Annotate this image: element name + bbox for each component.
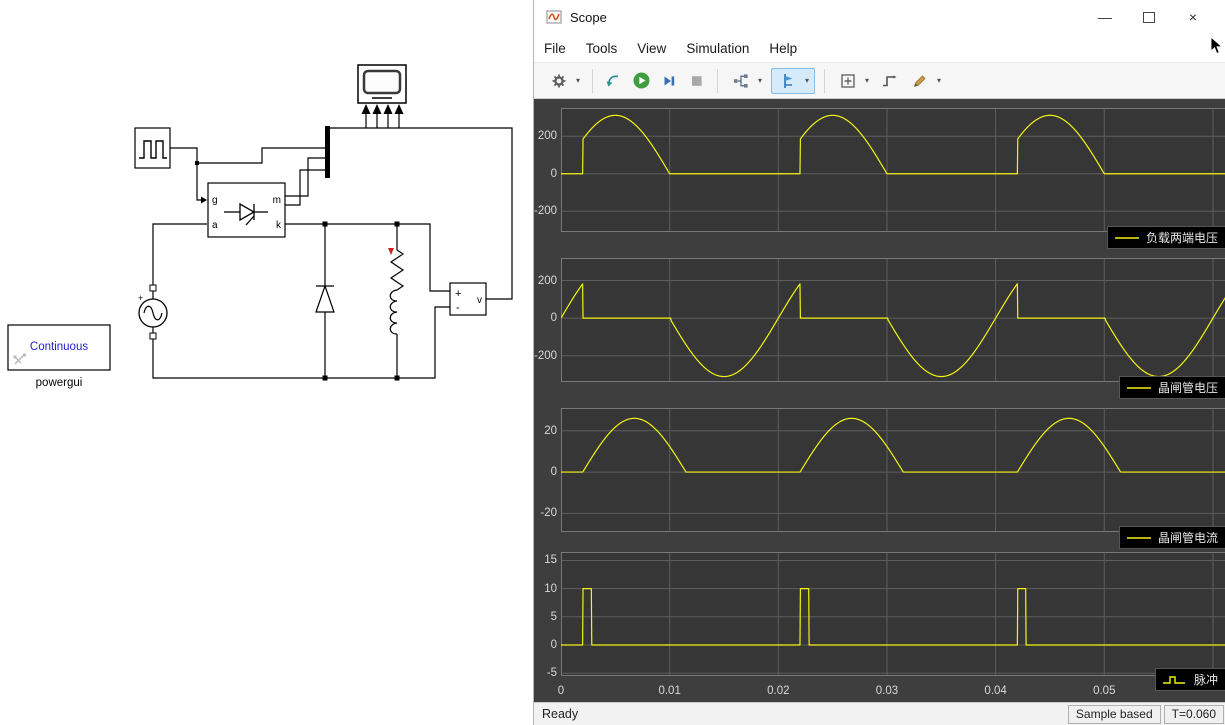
- settings-gear-icon[interactable]: [549, 69, 569, 93]
- x-tick-label: 0.05: [1093, 685, 1116, 697]
- vmeter-plus-label: +: [455, 288, 461, 300]
- toolbar: ▾ ▾ ▾ ▾ ▾: [534, 62, 1225, 99]
- powergui-block[interactable]: Continuous powergui: [7, 324, 111, 389]
- highlight-pen-icon[interactable]: [910, 69, 930, 93]
- thyristor-block[interactable]: g m a k: [207, 182, 286, 238]
- legend-thyristor-voltage: 晶闸管电压: [1118, 376, 1225, 399]
- vmeter-minus-label: -: [456, 302, 460, 314]
- port-label-m: m: [273, 195, 281, 206]
- y-tick-label: 0: [550, 466, 557, 479]
- legend-label: 晶闸管电压: [1157, 381, 1218, 395]
- y-tick-label: 0: [550, 639, 557, 651]
- legend-line-sample: [1126, 386, 1151, 389]
- y-tick-label: 0: [550, 312, 557, 325]
- close-button[interactable]: ×: [1171, 2, 1215, 32]
- legend-load-voltage: 负载两端电压: [1106, 226, 1225, 249]
- cursor-measurements-group[interactable]: ▾: [771, 67, 815, 94]
- scope-block[interactable]: [357, 64, 407, 114]
- scope-input-port-arrows: [361, 104, 404, 114]
- y-tick-label: 0: [550, 167, 557, 180]
- menu-simulation[interactable]: Simulation: [676, 34, 759, 62]
- y-tick-label: -200: [534, 205, 558, 218]
- stop-button[interactable]: [687, 69, 707, 93]
- current-direction-marker: [388, 248, 394, 255]
- x-tick-label: 0.04: [984, 685, 1007, 697]
- series-rlc-branch-block[interactable]: [388, 224, 405, 378]
- signal-selector-icon[interactable]: [731, 69, 751, 93]
- mouse-cursor: [1210, 36, 1223, 55]
- span-zoom-caret[interactable]: ▾: [862, 76, 872, 85]
- x-tick-label: 0.03: [875, 685, 899, 697]
- ac-voltage-source-block[interactable]: +: [138, 284, 168, 340]
- x-tick-label: 0.02: [767, 685, 790, 697]
- menu-file[interactable]: File: [534, 34, 576, 62]
- legend-pulse: 脉冲: [1154, 668, 1225, 691]
- span-zoom-icon[interactable]: [838, 69, 858, 93]
- toolbar-separator: [824, 68, 825, 93]
- statusbar: Ready Sample based T=0.060: [534, 702, 1225, 725]
- legend-line-sample: [1126, 536, 1151, 539]
- status-ready: Ready: [542, 707, 579, 721]
- scope-plot-thyristor-current[interactable]: [561, 408, 1225, 532]
- x-tick-label: 0: [557, 685, 565, 697]
- y-tick-label: -20: [540, 507, 557, 520]
- simulink-model-canvas[interactable]: g m a k + + - v Continuous powergui: [0, 0, 533, 725]
- powergui-name: powergui: [36, 377, 83, 389]
- menu-tools[interactable]: Tools: [576, 34, 628, 62]
- legend-label: 负载两端电压: [1145, 231, 1218, 245]
- port-label-g: g: [212, 195, 218, 206]
- legend-thyristor-current: 晶闸管电流: [1118, 526, 1225, 549]
- status-sim-time: T=0.060: [1163, 704, 1224, 724]
- y-tick-label: 5: [550, 610, 557, 623]
- cursor-measurements-icon[interactable]: [778, 69, 798, 93]
- x-tick-label: 0.01: [658, 685, 681, 697]
- scope-plot-thyristor-voltage[interactable]: [561, 258, 1225, 382]
- trigger-icon[interactable]: [879, 69, 899, 93]
- y-tick-label: -5: [546, 667, 557, 680]
- legend-pulse-sample: [1162, 675, 1185, 684]
- legend-label: 脉冲: [1193, 673, 1218, 687]
- toolbar-separator: [592, 68, 593, 93]
- scope-display: 负载两端电压 晶闸管电压 晶闸管电流 脉冲 200 0 -200 200 0 -200 20…: [534, 99, 1225, 702]
- vmeter-v-label: v: [477, 295, 482, 306]
- y-tick-label: 200: [537, 274, 557, 287]
- status-sample-based: Sample based: [1067, 704, 1161, 724]
- mux-block[interactable]: [325, 126, 330, 178]
- y-tick-label: 200: [537, 130, 557, 143]
- step-forward-button[interactable]: [659, 69, 679, 93]
- settings-dropdown-caret[interactable]: ▾: [573, 76, 583, 85]
- pulse-generator-block[interactable]: [134, 127, 171, 169]
- y-tick-label: 10: [544, 582, 557, 595]
- legend-label: 晶闸管电流: [1157, 531, 1218, 545]
- y-tick-label: 20: [544, 424, 557, 437]
- window-title: Scope: [570, 9, 607, 25]
- toolbar-separator: [717, 68, 718, 93]
- signal-wires: [152, 114, 513, 379]
- y-tick-label: 15: [544, 554, 557, 567]
- maximize-button[interactable]: [1127, 2, 1171, 32]
- powergui-title: Continuous: [30, 341, 88, 353]
- menu-help[interactable]: Help: [759, 34, 807, 62]
- maximize-icon: [1143, 11, 1155, 23]
- voltage-measurement-block[interactable]: + - v: [449, 282, 487, 316]
- minimize-button[interactable]: —: [1083, 2, 1127, 32]
- source-plus-label: +: [138, 293, 143, 303]
- cursor-measurements-caret[interactable]: ▾: [802, 76, 812, 85]
- scope-plot-pulse[interactable]: [561, 552, 1225, 676]
- desktop: g m a k + + - v Continuous powergui Scop…: [0, 0, 1225, 725]
- legend-line-sample: [1114, 236, 1139, 239]
- titlebar: Scope — ×: [534, 0, 1225, 34]
- scope-window-icon: [546, 10, 562, 24]
- port-label-a: a: [212, 220, 218, 231]
- y-tick-label: -200: [534, 349, 558, 362]
- menubar: File Tools View Simulation Help: [534, 34, 1225, 62]
- scope-window: Scope — × File Tools View Simulation Hel…: [533, 0, 1225, 725]
- diode-block[interactable]: [315, 224, 335, 378]
- highlight-pen-caret[interactable]: ▾: [934, 76, 944, 85]
- run-button[interactable]: [631, 69, 651, 93]
- signal-selector-caret[interactable]: ▾: [755, 76, 765, 85]
- highlight-block-icon[interactable]: [603, 69, 623, 93]
- scope-plot-load-voltage[interactable]: [561, 108, 1225, 232]
- menu-view[interactable]: View: [627, 34, 676, 62]
